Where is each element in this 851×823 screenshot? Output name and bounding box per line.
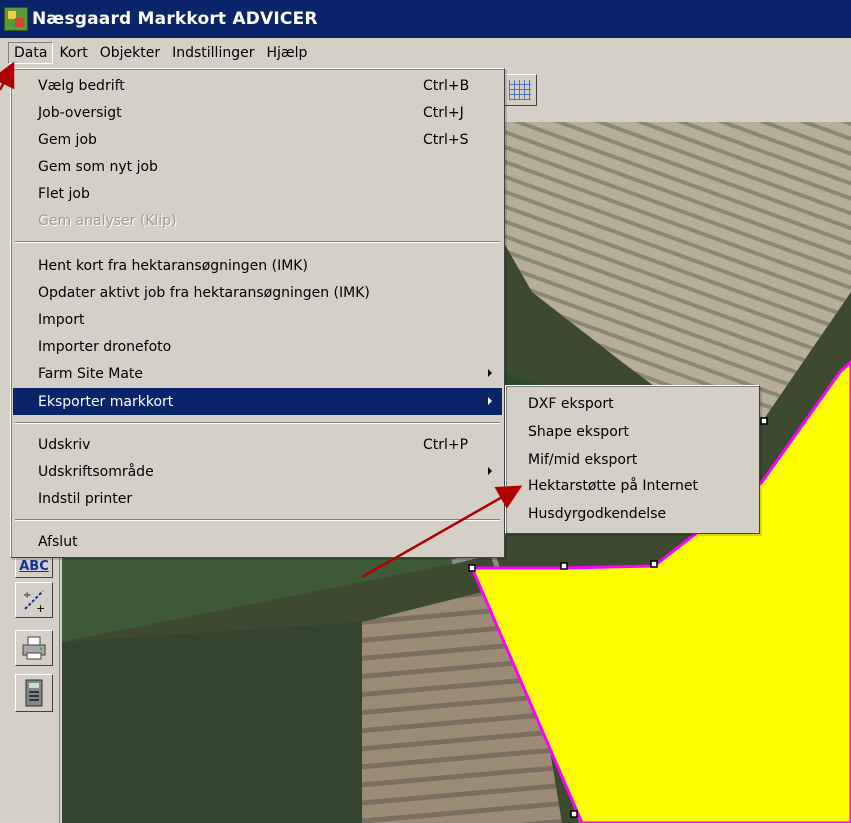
- print-tool-button[interactable]: [15, 630, 53, 666]
- menu-item-shape-eksport[interactable]: Shape eksport: [508, 418, 757, 445]
- menu-item-gem-job[interactable]: Gem job Ctrl+S: [13, 126, 502, 153]
- menu-item-udskriftsomraade[interactable]: Udskriftsområde: [13, 458, 502, 485]
- menu-item-afslut[interactable]: Afslut: [13, 528, 502, 555]
- menu-separator: [15, 422, 500, 424]
- app-icon: [4, 7, 28, 31]
- menu-item-eksporter-markkort[interactable]: Eksporter markkort: [13, 388, 502, 415]
- printer-icon: [22, 636, 46, 660]
- menu-item-label: Vælg bedrift: [38, 77, 125, 94]
- menu-item-opdater-job[interactable]: Opdater aktivt job fra hektaransøgningen…: [13, 279, 502, 306]
- menu-item-flet-job[interactable]: Flet job: [13, 180, 502, 207]
- menu-objekter[interactable]: Objekter: [94, 42, 166, 64]
- text-tool-label: ABC: [19, 558, 49, 574]
- menu-item-label: Mif/mid eksport: [528, 451, 638, 468]
- menu-item-job-oversigt[interactable]: Job-oversigt Ctrl+J: [13, 99, 502, 126]
- menu-indstillinger[interactable]: Indstillinger: [166, 42, 260, 64]
- menu-separator: [15, 241, 500, 243]
- export-submenu: DXF eksport Shape eksport Mif/mid ekspor…: [505, 385, 760, 534]
- window-title: Næsgaard Markkort ADVICER: [32, 9, 318, 29]
- submenu-arrow-icon: [488, 467, 492, 475]
- menu-item-importer-dronefoto[interactable]: Importer dronefoto: [13, 333, 502, 360]
- measure-icon: ÷ +: [23, 590, 45, 613]
- menu-item-husdyrgodkendelse[interactable]: Husdyrgodkendelse: [508, 500, 757, 527]
- submenu-arrow-icon: [488, 397, 492, 405]
- menu-item-label: Afslut: [38, 533, 78, 550]
- submenu-arrow-icon: [488, 369, 492, 377]
- menu-item-import[interactable]: Import: [13, 306, 502, 333]
- menu-item-label: Farm Site Mate: [38, 365, 144, 382]
- menu-item-hent-kort[interactable]: Hent kort fra hektaransøgningen (IMK): [13, 252, 502, 279]
- menu-item-label: Shape eksport: [528, 423, 630, 440]
- menu-item-label: Udskriv: [38, 436, 91, 453]
- shortcut-label: Ctrl+B: [423, 77, 470, 94]
- menu-item-label: Indstil printer: [38, 490, 133, 507]
- menu-item-label: Hent kort fra hektaransøgningen (IMK): [38, 257, 308, 274]
- menu-item-label: Import: [38, 311, 85, 328]
- menu-item-label: Flet job: [38, 185, 90, 202]
- menu-item-label: Eksporter markkort: [38, 393, 174, 410]
- menu-data[interactable]: Data: [8, 42, 54, 64]
- shortcut-label: Ctrl+P: [423, 436, 469, 453]
- menu-item-mif-mid-eksport[interactable]: Mif/mid eksport: [508, 446, 757, 473]
- svg-text:÷: ÷: [23, 590, 31, 601]
- menu-item-label: Hektarstøtte på Internet: [528, 477, 698, 494]
- menu-separator: [15, 519, 500, 521]
- grid-tool-button[interactable]: [503, 74, 537, 106]
- menu-item-farm-site-mate[interactable]: Farm Site Mate: [13, 360, 502, 387]
- menu-item-label: Gem som nyt job: [38, 158, 158, 175]
- menu-item-dxf-eksport[interactable]: DXF eksport: [508, 390, 757, 417]
- shortcut-label: Ctrl+J: [423, 104, 464, 121]
- calculator-icon: [25, 679, 43, 707]
- data-menu: Vælg bedrift Ctrl+B Job-oversigt Ctrl+J …: [10, 68, 505, 558]
- shortcut-label: Ctrl+S: [423, 131, 469, 148]
- menu-item-label: Job-oversigt: [38, 104, 122, 121]
- calculator-tool-button[interactable]: [15, 674, 53, 712]
- menu-item-gem-som-nyt-job[interactable]: Gem som nyt job: [13, 153, 502, 180]
- title-bar: Næsgaard Markkort ADVICER: [0, 0, 851, 38]
- menu-item-label: Opdater aktivt job fra hektaransøgningen…: [38, 284, 370, 301]
- menu-item-hektarstoette[interactable]: Hektarstøtte på Internet: [508, 472, 757, 499]
- menu-item-label: Gem job: [38, 131, 97, 148]
- svg-text:+: +: [36, 602, 45, 613]
- menu-item-gem-analyser: Gem analyser (Klip): [13, 207, 502, 234]
- menu-item-indstil-printer[interactable]: Indstil printer: [13, 485, 502, 512]
- menu-item-label: DXF eksport: [528, 395, 614, 412]
- menu-item-label: Husdyrgodkendelse: [528, 505, 667, 522]
- grid-icon: [509, 80, 531, 100]
- menu-item-label: Udskriftsområde: [38, 463, 154, 480]
- menu-item-label: Importer dronefoto: [38, 338, 172, 355]
- menu-item-vaelg-bedrift[interactable]: Vælg bedrift Ctrl+B: [13, 72, 502, 99]
- menu-item-label: Gem analyser (Klip): [38, 212, 177, 229]
- menu-kort[interactable]: Kort: [53, 42, 93, 64]
- menu-item-udskriv[interactable]: Udskriv Ctrl+P: [13, 431, 502, 458]
- menu-hjaelp[interactable]: Hjælp: [260, 42, 313, 64]
- menu-bar: Data Kort Objekter Indstillinger Hjælp: [0, 38, 851, 68]
- measure-tool-button[interactable]: ÷ +: [15, 582, 53, 618]
